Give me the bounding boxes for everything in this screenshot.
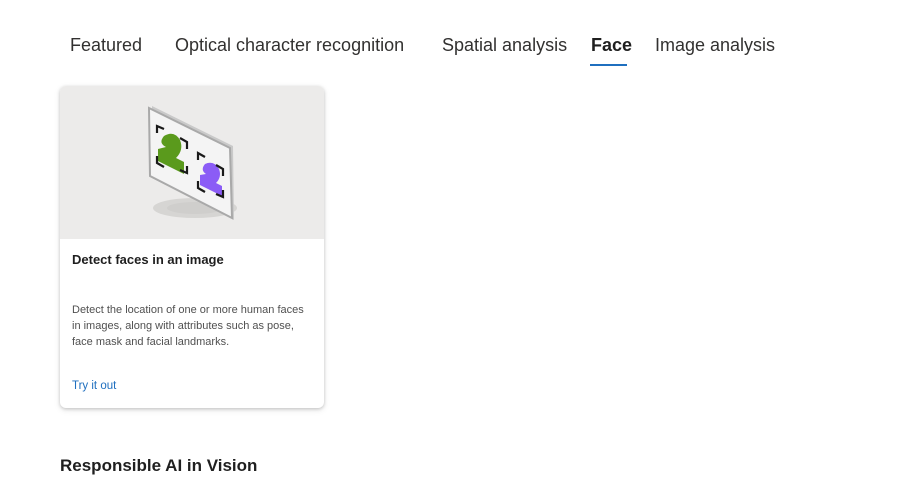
- page: Featured Optical character recognition S…: [0, 0, 921, 482]
- tab-spatial-analysis[interactable]: Spatial analysis: [442, 30, 567, 60]
- tab-face[interactable]: Face: [591, 30, 632, 60]
- card-description: Detect the location of one or more human…: [72, 304, 304, 348]
- card-title: Detect faces in an image: [72, 252, 224, 267]
- tab-image-analysis[interactable]: Image analysis: [655, 30, 775, 60]
- section-heading: Responsible AI in Vision: [60, 456, 258, 475]
- active-tab-indicator: [590, 64, 627, 66]
- tab-optical-character-recognition[interactable]: Optical character recognition: [175, 30, 404, 60]
- card-media: [60, 86, 324, 239]
- face-detection-illustration: [147, 106, 237, 220]
- tab-featured[interactable]: Featured: [70, 30, 142, 60]
- try-it-out-link[interactable]: Try it out: [72, 380, 116, 392]
- detect-faces-card[interactable]: Detect faces in an image Detect the loca…: [60, 86, 324, 408]
